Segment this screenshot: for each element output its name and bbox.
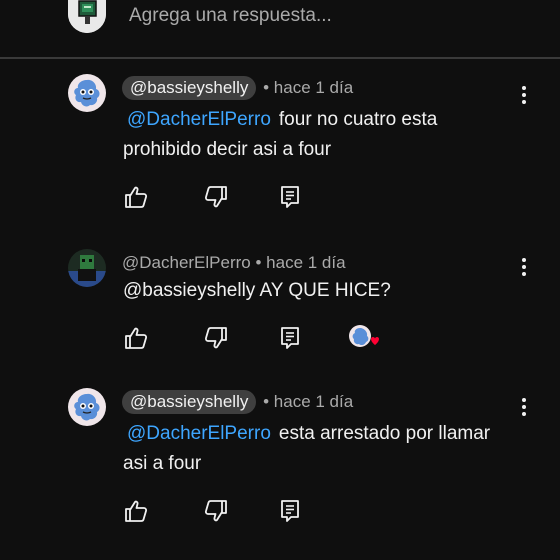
author-handle[interactable]: @bassieyshelly [122, 390, 257, 414]
more-vert-icon [522, 398, 526, 416]
divider [0, 57, 560, 59]
comment-time: • hace 1 día [263, 392, 354, 411]
reply-comment-icon [281, 186, 299, 208]
reply-bar: Agrega una respuesta... [0, 0, 560, 57]
author-handle[interactable]: @bassieyshelly [122, 76, 257, 100]
more-options-button[interactable] [517, 396, 531, 418]
comment-time: • hace 1 día [263, 78, 354, 97]
like-button[interactable] [123, 325, 149, 351]
comment-text: @bassieyshelly AY QUE HICE? [123, 276, 503, 306]
comment-meta: @DacherElPerro • hace 1 día [122, 253, 346, 273]
dislike-button[interactable] [203, 184, 229, 210]
comment-actions [123, 498, 423, 526]
thumbs-up-icon [125, 327, 148, 349]
thumbs-down-icon [204, 500, 227, 522]
more-options-button[interactable] [517, 84, 531, 106]
thumbs-up-icon [125, 500, 148, 522]
avatar[interactable] [68, 249, 106, 287]
thumbs-down-icon [204, 327, 227, 349]
comment-body: @bassieyshelly AY QUE HICE? [123, 280, 391, 301]
creator-heart-icon [349, 325, 379, 347]
like-button[interactable] [123, 184, 149, 210]
more-vert-icon [522, 86, 526, 104]
creator-heart-badge [349, 325, 381, 353]
reply-button[interactable] [277, 184, 303, 210]
reply-button[interactable] [277, 498, 303, 524]
avatar[interactable] [68, 388, 106, 426]
reply-comment-icon [281, 500, 299, 522]
reply-input[interactable]: Agrega una respuesta... [129, 5, 332, 27]
comment-actions [123, 325, 423, 353]
comment-text: @DacherElPerro esta arrestado por llamar … [123, 419, 503, 479]
comment-meta: @bassieyshelly • hace 1 día [122, 390, 353, 414]
more-vert-icon [522, 258, 526, 276]
comment-text: @DacherElPerro four no cuatro esta prohib… [123, 105, 503, 165]
comment-meta: @bassieyshelly • hace 1 día [122, 76, 353, 100]
mention-link[interactable]: @DacherElPerro [127, 423, 271, 444]
comment-time: • hace 1 día [255, 253, 346, 272]
author-handle[interactable]: @DacherElPerro [122, 253, 251, 272]
thumbs-down-icon [204, 186, 227, 208]
dislike-button[interactable] [203, 498, 229, 524]
reply-button[interactable] [277, 325, 303, 351]
reply-comment-icon [281, 327, 299, 349]
mention-link[interactable]: @DacherElPerro [127, 109, 271, 130]
thumbs-up-icon [125, 186, 148, 208]
dislike-button[interactable] [203, 325, 229, 351]
like-button[interactable] [123, 498, 149, 524]
more-options-button[interactable] [517, 256, 531, 278]
comment-actions [123, 184, 423, 212]
current-user-avatar [68, 0, 106, 33]
avatar[interactable] [68, 74, 106, 112]
